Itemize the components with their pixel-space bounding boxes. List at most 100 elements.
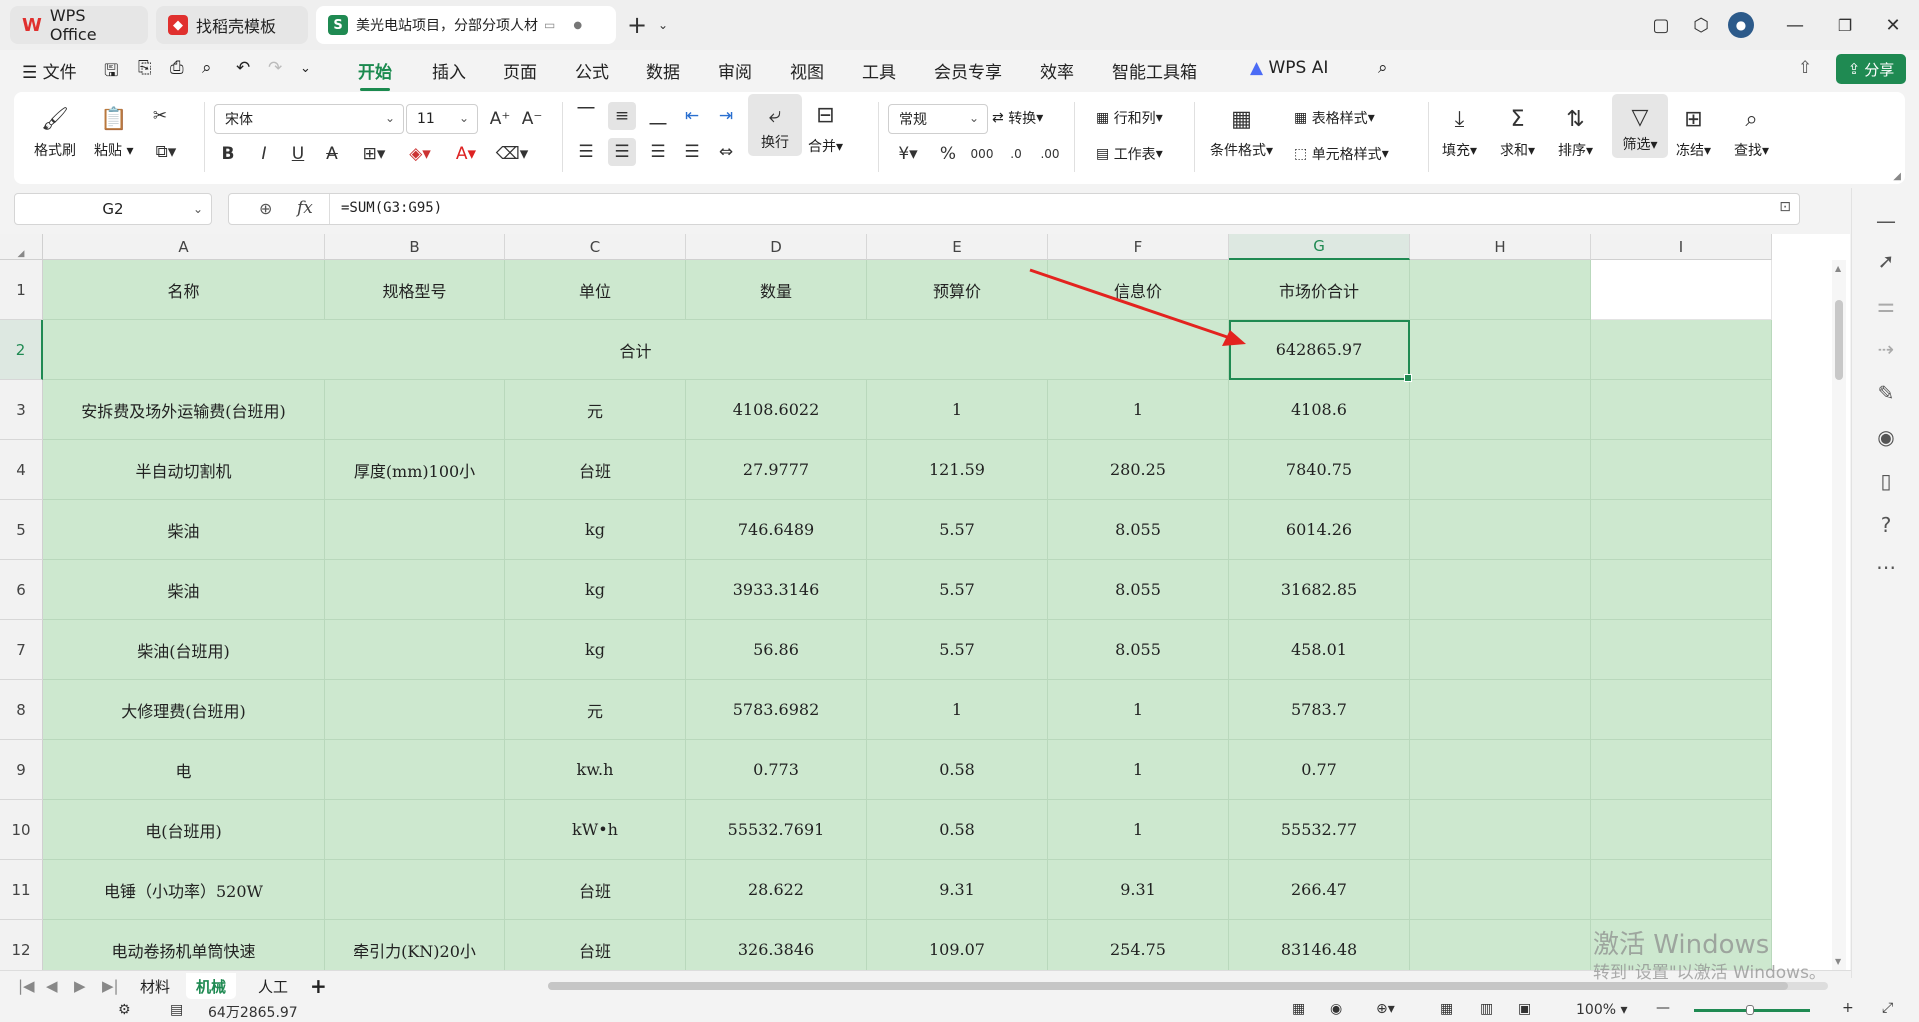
macro-icon[interactable]: ⚙ — [118, 1002, 131, 1018]
table-cell[interactable]: 458.01 — [1229, 620, 1410, 680]
avatar[interactable]: ● — [1728, 12, 1754, 38]
column-header-i[interactable]: I — [1591, 234, 1772, 260]
menu-member[interactable]: 会员专享 — [934, 58, 1002, 83]
header-cell[interactable]: 预算价 — [867, 260, 1048, 320]
table-cell[interactable]: kw.h — [505, 740, 686, 800]
decrease-decimal-icon[interactable]: .00 — [1036, 140, 1064, 168]
empty-cell[interactable] — [1591, 680, 1772, 740]
table-style-button[interactable]: ▦ 表格样式 ▾ — [1294, 108, 1375, 128]
table-cell[interactable]: 0.77 — [1229, 740, 1410, 800]
column-header-d[interactable]: D — [686, 234, 867, 260]
font-name-select[interactable]: 宋体 ⌄ — [214, 104, 404, 134]
empty-cell[interactable] — [1410, 680, 1591, 740]
table-cell[interactable]: 266.47 — [1229, 860, 1410, 920]
table-cell[interactable] — [325, 560, 505, 620]
worksheet-button[interactable]: ▤ 工作表 ▾ — [1096, 144, 1163, 164]
prev-sheet-icon[interactable]: ◀ — [36, 973, 68, 999]
align-top-icon[interactable]: ⎺ — [572, 102, 600, 130]
tab-docer-templates[interactable]: ◆ 找稻壳模板 — [156, 6, 308, 44]
table-cell[interactable]: 厚度(mm)100小 — [325, 440, 505, 500]
empty-cell[interactable] — [1591, 380, 1772, 440]
table-cell[interactable]: 5.57 — [867, 500, 1048, 560]
select-cursor-icon[interactable]: ➚ — [1873, 248, 1899, 274]
table-cell[interactable]: 安拆费及场外运输费(台班用) — [43, 380, 325, 440]
row-header[interactable]: 3 — [0, 380, 43, 440]
align-left-icon[interactable]: ☰ — [572, 138, 600, 166]
menu-formula[interactable]: 公式 — [575, 58, 609, 83]
cut-icon[interactable]: ✂ — [146, 102, 174, 130]
empty-cell[interactable] — [1591, 500, 1772, 560]
chart-assistant-icon[interactable]: ◉ — [1873, 424, 1899, 450]
table-cell[interactable]: 1 — [867, 680, 1048, 740]
sum-button[interactable]: Σ 求和▾ — [1500, 104, 1535, 160]
print-icon[interactable]: ⎙ — [170, 58, 184, 78]
menu-efficiency[interactable]: 效率 — [1040, 58, 1074, 83]
decrease-indent-icon[interactable]: ⇤ — [678, 102, 706, 130]
tab-list-chevron-icon[interactable]: ⌄ — [650, 12, 676, 38]
fullscreen-icon[interactable]: ⤢ — [1882, 1000, 1893, 1016]
save-icon[interactable]: 🖫 — [104, 58, 118, 87]
table-cell[interactable]: 柴油 — [43, 500, 325, 560]
header-cell[interactable]: 数量 — [686, 260, 867, 320]
column-header-c[interactable]: C — [505, 234, 686, 260]
horizontal-scrollbar[interactable] — [548, 982, 1828, 990]
table-cell[interactable] — [325, 500, 505, 560]
row-header[interactable]: 8 — [0, 680, 43, 740]
table-cell[interactable]: 元 — [505, 380, 686, 440]
fx-icon[interactable]: fx — [297, 198, 313, 218]
increase-indent-icon[interactable]: ⇥ — [712, 102, 740, 130]
menu-tools[interactable]: 工具 — [862, 58, 896, 83]
book-icon[interactable]: ▯ — [1873, 468, 1899, 494]
empty-cell[interactable] — [1591, 740, 1772, 800]
convert-button[interactable]: ⇄ 转换 ▾ — [992, 108, 1043, 128]
empty-cell[interactable] — [1410, 740, 1591, 800]
tools-icon[interactable]: ✎ — [1873, 380, 1899, 406]
filter-button[interactable]: ▽ 筛选▾ — [1612, 94, 1668, 158]
table-cell[interactable]: 8.055 — [1048, 500, 1229, 560]
find-button[interactable]: ⌕ 查找▾ — [1734, 104, 1769, 160]
table-cell[interactable]: 0.58 — [867, 740, 1048, 800]
table-cell[interactable]: 254.75 — [1048, 920, 1229, 970]
column-header-a[interactable]: A — [43, 234, 325, 260]
restore-icon[interactable]: ❐ — [1832, 12, 1858, 38]
sheet-tab-materials[interactable]: 材料 — [130, 973, 180, 999]
table-cell[interactable]: kg — [505, 620, 686, 680]
distributed-align-icon[interactable]: ⇔ — [712, 138, 740, 166]
table-cell[interactable]: 电 — [43, 740, 325, 800]
table-cell[interactable]: 280.25 — [1048, 440, 1229, 500]
cloud-upload-icon[interactable]: ⇧ — [1798, 58, 1812, 78]
table-cell[interactable] — [325, 620, 505, 680]
justify-icon[interactable]: ☰ — [678, 138, 706, 166]
vertical-scroll-thumb[interactable] — [1835, 300, 1843, 380]
table-cell[interactable]: kW•h — [505, 800, 686, 860]
empty-cell[interactable] — [1410, 620, 1591, 680]
ribbon-expand-icon[interactable]: ◢ — [1893, 171, 1901, 182]
cell-style-button[interactable]: ⬚ 单元格样式 ▾ — [1294, 144, 1389, 164]
new-tab-button[interactable]: + — [624, 11, 650, 39]
collapse-sidebar-icon[interactable]: — — [1873, 208, 1899, 234]
menu-smart-toolbox[interactable]: 智能工具箱 — [1112, 58, 1197, 83]
empty-cell[interactable] — [1410, 560, 1591, 620]
row-header[interactable]: 7 — [0, 620, 43, 680]
help-icon[interactable]: ? — [1873, 512, 1899, 538]
menu-page[interactable]: 页面 — [503, 58, 537, 83]
table-cell[interactable]: 8.055 — [1048, 620, 1229, 680]
clear-format-icon[interactable]: ⌫▾ — [492, 140, 532, 168]
menu-file-button[interactable]: ☰ 文件 — [22, 58, 77, 83]
row-header[interactable]: 1 — [0, 260, 43, 320]
table-cell[interactable] — [325, 680, 505, 740]
status-sum[interactable]: 64万2865.97 — [208, 1002, 298, 1022]
zoom-formula-icon[interactable]: ⊕ — [259, 199, 272, 218]
scroll-up-icon[interactable]: ▲ — [1835, 264, 1841, 273]
table-cell[interactable]: 1 — [867, 380, 1048, 440]
merge-button[interactable]: ⊟ 合并▾ — [808, 100, 843, 156]
minimize-icon[interactable]: — — [1782, 12, 1808, 38]
formula-bar[interactable]: ⊕ fx =SUM(G3:G95) ⊡ — [228, 193, 1800, 225]
table-cell[interactable]: 5783.6982 — [686, 680, 867, 740]
undo-icon[interactable]: ↶ — [236, 58, 250, 78]
currency-icon[interactable]: ¥▾ — [888, 140, 928, 168]
zoom-level[interactable]: 100% ▾ — [1576, 1002, 1628, 1018]
menu-home[interactable]: 开始 — [358, 58, 392, 91]
table-cell[interactable]: 4108.6022 — [686, 380, 867, 440]
font-color-icon[interactable]: A▾ — [446, 140, 486, 168]
